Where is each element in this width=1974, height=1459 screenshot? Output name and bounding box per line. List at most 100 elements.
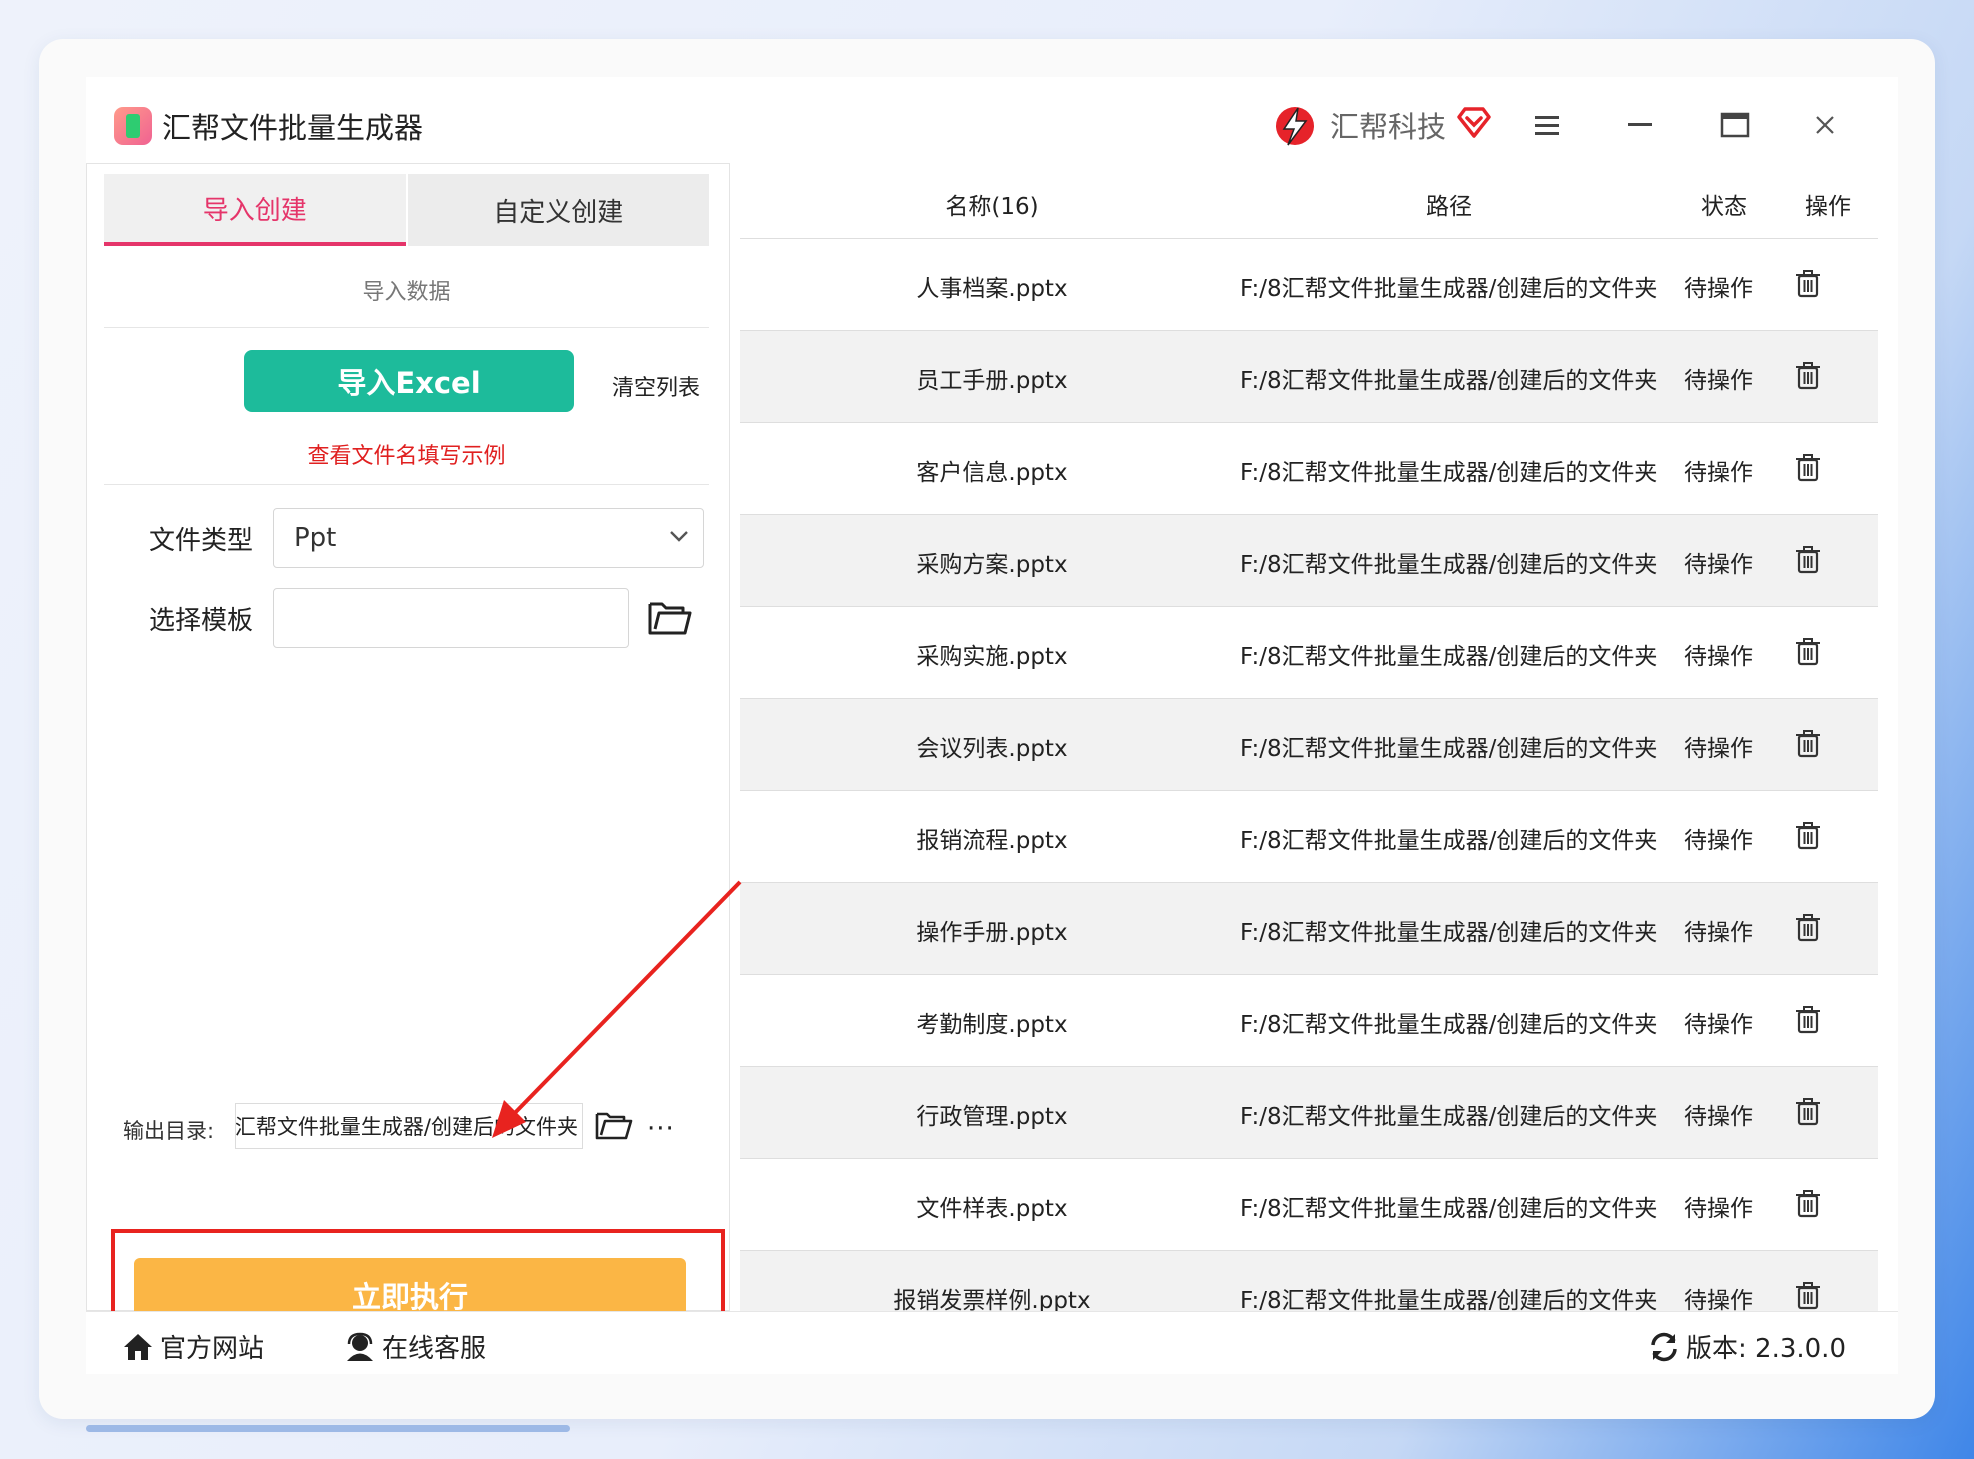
file-name: 人事档案.pptx: [916, 276, 1068, 302]
table-row[interactable]: 考勤制度.pptx F:/8汇帮文件批量生成器/创建后的文件夹/考勤制度.pptx…: [740, 975, 1878, 1067]
table-row[interactable]: 报销发票样例.pptx F:/8汇帮文件批量生成器/创建后的文件夹/报销发票样例.…: [740, 1251, 1878, 1311]
table-row[interactable]: 文件样表.pptx F:/8汇帮文件批量生成器/创建后的文件夹/文件样表.pptx…: [740, 1159, 1878, 1251]
file-path: F:/8汇帮文件批量生成器/创建后的文件夹/员工手册.pptx: [1240, 368, 1657, 394]
table-row[interactable]: 采购实施.pptx F:/8汇帮文件批量生成器/创建后的文件夹/采购实施.pptx…: [740, 607, 1878, 699]
file-path: F:/8汇帮文件批量生成器/创建后的文件夹/文件样表.pptx: [1240, 1196, 1657, 1222]
header-status[interactable]: 状态: [1670, 187, 1778, 221]
file-status: 待操作: [1684, 1196, 1753, 1222]
vip-diamond-icon[interactable]: [1456, 105, 1492, 139]
status-footer: 官方网站 在线客服 版本: 2.3.0.0: [86, 1311, 1898, 1374]
table-row[interactable]: 会议列表.pptx F:/8汇帮文件批量生成器/创建后的文件夹/会议列表.pptx…: [740, 699, 1878, 791]
minimize-icon[interactable]: [1620, 105, 1660, 145]
file-status: 待操作: [1684, 368, 1753, 394]
file-status: 待操作: [1684, 828, 1753, 854]
file-path: F:/8汇帮文件批量生成器/创建后的文件夹/操作手册.pptx: [1240, 920, 1657, 946]
online-support-label: 在线客服: [382, 1334, 487, 1364]
file-type-value: Ppt: [294, 523, 337, 553]
table-row[interactable]: 人事档案.pptx F:/8汇帮文件批量生成器/创建后的文件夹/人事档案.pptx…: [740, 239, 1878, 331]
table-row[interactable]: 客户信息.pptx F:/8汇帮文件批量生成器/创建后的文件夹/客户信息.pptx…: [740, 423, 1878, 515]
file-status: 待操作: [1684, 736, 1753, 762]
official-site-link[interactable]: 官方网站: [122, 1328, 264, 1365]
divider: [104, 484, 709, 485]
online-support-link[interactable]: 在线客服: [344, 1328, 486, 1365]
import-excel-button[interactable]: 导入Excel: [244, 350, 574, 412]
filename-example-link[interactable]: 查看文件名填写示例: [104, 438, 709, 470]
file-name: 会议列表.pptx: [916, 736, 1068, 762]
file-name: 行政管理.pptx: [916, 1104, 1068, 1130]
file-status: 待操作: [1684, 644, 1753, 670]
left-panel: 导入创建 自定义创建 导入数据 导入Excel 清空列表 查看文件名填写示例 文…: [86, 163, 730, 1373]
header-operation: 操作: [1805, 194, 1851, 220]
brand-name: 汇帮科技: [1330, 110, 1447, 144]
app-logo-icon: [114, 107, 152, 145]
title-bar: 汇帮文件批量生成器 汇帮科技: [86, 77, 1898, 163]
trash-icon[interactable]: [1792, 1187, 1824, 1219]
trash-icon[interactable]: [1792, 1095, 1824, 1127]
trash-icon[interactable]: [1792, 1279, 1824, 1311]
table-row[interactable]: 操作手册.pptx F:/8汇帮文件批量生成器/创建后的文件夹/操作手册.pptx…: [740, 883, 1878, 975]
file-path: F:/8汇帮文件批量生成器/创建后的文件夹/会议列表.pptx: [1240, 736, 1657, 762]
mode-tabs: 导入创建 自定义创建: [104, 174, 709, 246]
output-dir-input[interactable]: F:/8汇帮文件批量生成器/创建后的文件夹: [235, 1103, 583, 1149]
header-name[interactable]: 名称(16): [740, 187, 1244, 221]
horizontal-scrollbar[interactable]: [86, 1425, 570, 1432]
file-status: 待操作: [1684, 276, 1753, 302]
file-name: 考勤制度.pptx: [916, 1012, 1068, 1038]
trash-icon[interactable]: [1792, 359, 1824, 391]
tab-custom-create[interactable]: 自定义创建: [407, 174, 709, 246]
file-name: 文件样表.pptx: [916, 1196, 1068, 1222]
table-row[interactable]: 行政管理.pptx F:/8汇帮文件批量生成器/创建后的文件夹/行政管理.pptx…: [740, 1067, 1878, 1159]
file-name: 操作手册.pptx: [916, 920, 1068, 946]
trash-icon[interactable]: [1792, 267, 1824, 299]
file-path: F:/8汇帮文件批量生成器/创建后的文件夹/行政管理.pptx: [1240, 1104, 1657, 1130]
tab-import-create[interactable]: 导入创建: [104, 174, 406, 246]
version-label: 版本: 2.3.0.0: [1686, 1334, 1846, 1364]
header-path[interactable]: 路径: [1240, 187, 1658, 221]
refresh-icon: [1651, 1332, 1677, 1361]
close-icon[interactable]: [1805, 105, 1845, 145]
file-status: 待操作: [1684, 1288, 1753, 1311]
file-status: 待操作: [1684, 552, 1753, 578]
output-dir-label: 输出目录:: [123, 1119, 215, 1143]
table-header: 名称(16) 路径 状态 操作: [740, 163, 1878, 239]
file-type-label: 文件类型: [149, 526, 254, 556]
trash-icon[interactable]: [1792, 451, 1824, 483]
file-name: 报销发票样例.pptx: [893, 1288, 1091, 1311]
file-name: 客户信息.pptx: [916, 460, 1068, 486]
chevron-down-icon: [670, 531, 688, 542]
file-name: 采购实施.pptx: [916, 644, 1068, 670]
file-type-select[interactable]: Ppt: [273, 508, 704, 568]
file-path: F:/8汇帮文件批量生成器/创建后的文件夹/采购实施.pptx: [1240, 644, 1657, 670]
file-status: 待操作: [1684, 1012, 1753, 1038]
table-row[interactable]: 报销流程.pptx F:/8汇帮文件批量生成器/创建后的文件夹/报销流程.pptx…: [740, 791, 1878, 883]
section-title: 导入数据: [362, 280, 451, 305]
maximize-icon[interactable]: [1715, 105, 1755, 145]
file-name: 员工手册.pptx: [916, 368, 1068, 394]
support-agent-icon: [347, 1332, 373, 1361]
file-path: F:/8汇帮文件批量生成器/创建后的文件夹/报销流程.pptx: [1240, 828, 1657, 854]
clear-list-button[interactable]: 清空列表: [612, 370, 700, 402]
trash-icon[interactable]: [1792, 819, 1824, 851]
file-path: F:/8汇帮文件批量生成器/创建后的文件夹/考勤制度.pptx: [1240, 1012, 1657, 1038]
trash-icon[interactable]: [1792, 911, 1824, 943]
template-input[interactable]: [273, 588, 629, 648]
trash-icon[interactable]: [1792, 1003, 1824, 1035]
table-row[interactable]: 员工手册.pptx F:/8汇帮文件批量生成器/创建后的文件夹/员工手册.pptx…: [740, 331, 1878, 423]
file-status: 待操作: [1684, 460, 1753, 486]
home-icon: [124, 1333, 152, 1360]
template-folder-icon[interactable]: [647, 596, 693, 638]
output-dir-value: F:/8汇帮文件批量生成器/创建后的文件夹: [235, 1115, 578, 1139]
file-status: 待操作: [1684, 920, 1753, 946]
app-title: 汇帮文件批量生成器: [162, 111, 424, 145]
menu-icon[interactable]: [1527, 105, 1567, 145]
app-window: 汇帮文件批量生成器 汇帮科技 导入创建 自定义创建 导入数据 导入Excel 清…: [86, 77, 1898, 1374]
table-row[interactable]: 采购方案.pptx F:/8汇帮文件批量生成器/创建后的文件夹/采购方案.pptx…: [740, 515, 1878, 607]
file-path: F:/8汇帮文件批量生成器/创建后的文件夹/报销发票样例.pptx: [1240, 1288, 1657, 1311]
file-name: 报销流程.pptx: [916, 828, 1068, 854]
trash-icon[interactable]: [1792, 727, 1824, 759]
version-info[interactable]: 版本: 2.3.0.0: [1648, 1328, 1846, 1365]
trash-icon[interactable]: [1792, 543, 1824, 575]
trash-icon[interactable]: [1792, 635, 1824, 667]
output-folder-icon[interactable]: [595, 1108, 633, 1142]
more-options-icon[interactable]: ···: [647, 1114, 675, 1144]
